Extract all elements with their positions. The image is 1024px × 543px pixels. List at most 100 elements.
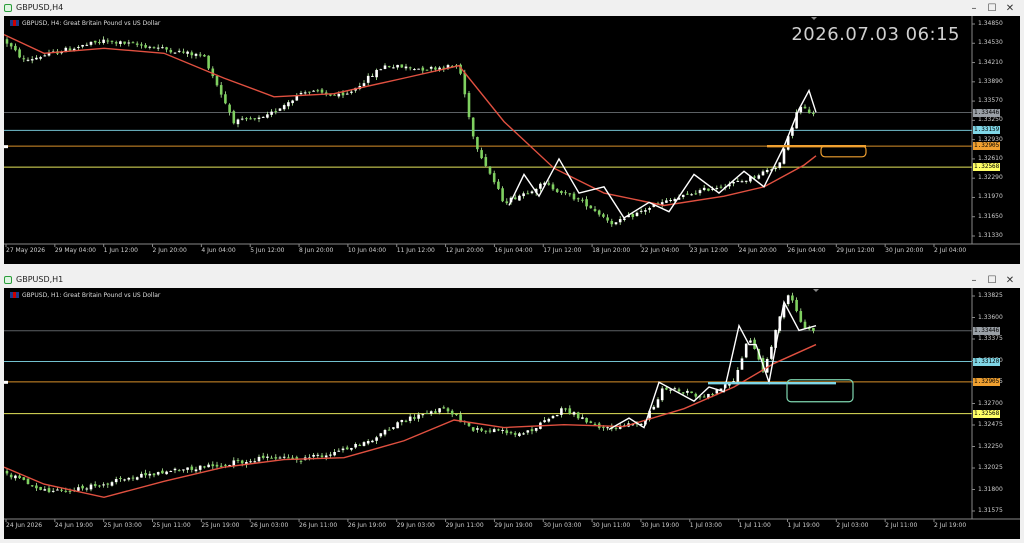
candle-body — [518, 433, 521, 436]
close-icon: ✕ — [1005, 2, 1015, 14]
candle-body — [333, 452, 336, 456]
candle-body — [26, 478, 30, 485]
candle-body — [43, 55, 47, 57]
candle-body — [98, 42, 101, 44]
minimize-button-h1[interactable]: – — [964, 273, 984, 287]
candle-body — [778, 162, 782, 168]
x-tick-label: 25 Jun 11:00 — [152, 522, 191, 529]
candle-body — [173, 52, 177, 54]
candle-body — [203, 466, 206, 468]
chart-window-h1[interactable]: GBPUSD,H1 – ☐ ✕ GBPUSD, H1: Great Britai… — [0, 272, 1024, 543]
y-tick-label: 1.31330 — [978, 232, 1003, 239]
candlestick-series — [5, 292, 815, 495]
window-titlebar-h1[interactable]: GBPUSD,H1 – ☐ ✕ — [0, 272, 1024, 288]
candle-body — [522, 193, 525, 197]
candle-body — [274, 111, 278, 113]
candle-body — [329, 454, 332, 456]
candle-body — [383, 65, 387, 69]
candle-body — [5, 39, 9, 44]
candle-body — [278, 457, 282, 459]
candle-body — [93, 40, 97, 43]
y-tick-label: 1.33375 — [978, 335, 1003, 342]
candle-body — [274, 457, 278, 459]
x-tick-label: 2 Jul 04:00 — [934, 247, 967, 254]
candle-body — [660, 388, 664, 401]
candle-body — [366, 75, 370, 83]
close-icon: ✕ — [1005, 274, 1015, 286]
candle-body — [551, 184, 555, 190]
line-anchor-marker — [4, 145, 8, 149]
candle-body — [812, 327, 815, 332]
candle-body — [320, 455, 324, 457]
candle-body — [551, 416, 555, 419]
candle-body — [156, 472, 160, 475]
candlestick-series — [5, 36, 815, 227]
x-tick-label: 29 Jun 03:00 — [396, 522, 435, 529]
window-title-h1: GBPUSD,H1 — [16, 275, 64, 284]
candle-body — [560, 191, 563, 194]
x-tick-label: 1 Jun 12:00 — [103, 247, 138, 254]
candle-body — [488, 166, 492, 174]
y-tick-label: 1.31575 — [978, 507, 1003, 514]
candle-body — [266, 114, 269, 118]
candle-body — [413, 417, 416, 419]
price-level-tag: 1.32568 — [973, 163, 1001, 172]
price-chart-h1[interactable]: GBPUSD, H1: Great Britain Pound vs US Do… — [4, 288, 1020, 539]
candle-body — [324, 455, 328, 458]
maximize-button-h1[interactable]: ☐ — [982, 273, 1002, 287]
candle-body — [539, 183, 542, 189]
candle-body — [341, 92, 345, 96]
window-title-h4: GBPUSD,H4 — [16, 3, 64, 12]
candle-body — [421, 67, 425, 71]
candle-body — [505, 201, 509, 204]
candle-body — [18, 49, 21, 58]
price-level-tag: 1.33120 — [973, 357, 1001, 366]
candle-body — [266, 456, 269, 458]
candle-body — [711, 394, 714, 396]
minimize-button-h4[interactable]: – — [964, 1, 984, 15]
candle-body — [690, 391, 693, 394]
x-tick-label: 29 Jun 11:00 — [445, 522, 484, 529]
candle-body — [446, 408, 450, 412]
candle-body — [224, 464, 227, 466]
candle-body — [312, 90, 315, 92]
minimize-icon: – — [971, 2, 977, 14]
candle-body — [375, 69, 378, 78]
chart-window-h4[interactable]: GBPUSD,H4 – ☐ ✕ GBPUSD, H4: Great Britai… — [0, 0, 1024, 268]
candle-body — [236, 119, 240, 125]
close-button-h4[interactable]: ✕ — [1000, 1, 1020, 15]
chart-window-icon — [4, 4, 12, 12]
candle-body — [135, 477, 139, 480]
moving-average-line — [4, 34, 817, 207]
candle-body — [249, 118, 252, 120]
candle-body — [492, 173, 496, 183]
candle-body — [89, 41, 93, 45]
candle-body — [602, 426, 605, 428]
candle-body — [597, 210, 601, 215]
x-tick-label: 24 Jun 20:00 — [738, 247, 777, 254]
target-zone-box[interactable] — [820, 145, 867, 158]
candle-body — [190, 52, 194, 56]
close-button-h1[interactable]: ✕ — [1000, 273, 1020, 287]
chart-canvas-h1 — [4, 288, 1020, 522]
candle-body — [513, 433, 517, 435]
candle-body — [614, 427, 618, 429]
candle-body — [576, 198, 580, 200]
candle-body — [329, 94, 332, 96]
candle-body — [387, 66, 391, 68]
candle-body — [593, 423, 597, 425]
candle-body — [572, 193, 576, 200]
candle-body — [9, 474, 13, 478]
price-chart-h4[interactable]: GBPUSD, H4: Great Britain Pound vs US Do… — [4, 16, 1020, 264]
candle-body — [736, 369, 740, 382]
candle-body — [765, 169, 769, 173]
candle-body — [98, 485, 101, 487]
candle-body — [555, 415, 559, 417]
maximize-button-h4[interactable]: ☐ — [982, 1, 1002, 15]
candle-body — [68, 490, 72, 492]
candle-body — [165, 471, 168, 475]
candle-body — [585, 417, 588, 423]
window-titlebar-h4[interactable]: GBPUSD,H4 – ☐ ✕ — [0, 0, 1024, 16]
candle-body — [211, 68, 215, 77]
candle-body — [795, 299, 798, 312]
